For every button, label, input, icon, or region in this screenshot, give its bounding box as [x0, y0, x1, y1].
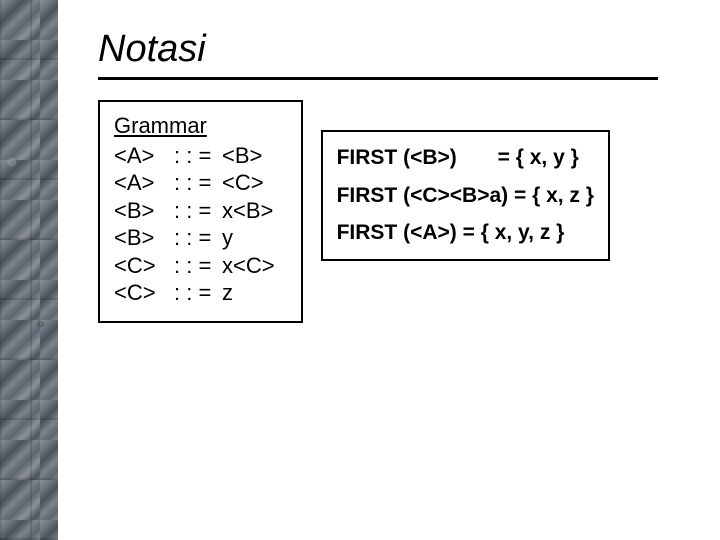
rule-rhs: <B>	[222, 142, 262, 170]
title-underline	[98, 77, 658, 80]
first-sets-box: FIRST (<B>) = { x, y } FIRST (<C><B>a) =…	[321, 130, 610, 261]
rule-lhs: <A>	[114, 169, 174, 197]
grammar-rule: <A> : : = <B>	[114, 142, 275, 170]
slide-content: Notasi Grammar <A> : : = <B> <A> : : = <…	[58, 0, 720, 540]
rule-op: : : =	[174, 142, 222, 170]
columns: Grammar <A> : : = <B> <A> : : = <C> <B> …	[98, 100, 690, 323]
rule-op: : : =	[174, 197, 222, 225]
rule-rhs: x<C>	[222, 252, 275, 280]
rule-rhs: y	[222, 224, 233, 252]
grammar-rule: <B> : : = x<B>	[114, 197, 275, 225]
first-row: FIRST (<A>) = { x, y, z }	[337, 217, 594, 249]
decorative-stone-strip	[0, 0, 58, 540]
rule-op: : : =	[174, 169, 222, 197]
rule-rhs: z	[222, 279, 233, 307]
rule-lhs: <C>	[114, 252, 174, 280]
grammar-box: Grammar <A> : : = <B> <A> : : = <C> <B> …	[98, 100, 303, 323]
rule-op: : : =	[174, 252, 222, 280]
first-left: FIRST (<B>)	[337, 142, 457, 174]
grammar-header: Grammar	[114, 112, 275, 140]
grammar-rule: <A> : : = <C>	[114, 169, 275, 197]
first-right: = { x, y }	[457, 142, 579, 174]
rule-rhs: <C>	[222, 169, 264, 197]
rule-lhs: <B>	[114, 197, 174, 225]
slide-title: Notasi	[98, 28, 690, 71]
rule-op: : : =	[174, 279, 222, 307]
rule-lhs: <B>	[114, 224, 174, 252]
grammar-rule: <C> : : = x<C>	[114, 252, 275, 280]
grammar-rule: <C> : : = z	[114, 279, 275, 307]
first-left: FIRST (<C><B>a) = { x, z }	[337, 180, 594, 212]
rule-op: : : =	[174, 224, 222, 252]
first-row: FIRST (<C><B>a) = { x, z }	[337, 180, 594, 212]
first-left: FIRST (<A>) = { x, y, z }	[337, 217, 565, 249]
rule-lhs: <A>	[114, 142, 174, 170]
grammar-rule: <B> : : = y	[114, 224, 275, 252]
first-row: FIRST (<B>) = { x, y }	[337, 142, 594, 174]
rule-lhs: <C>	[114, 279, 174, 307]
rule-rhs: x<B>	[222, 197, 273, 225]
